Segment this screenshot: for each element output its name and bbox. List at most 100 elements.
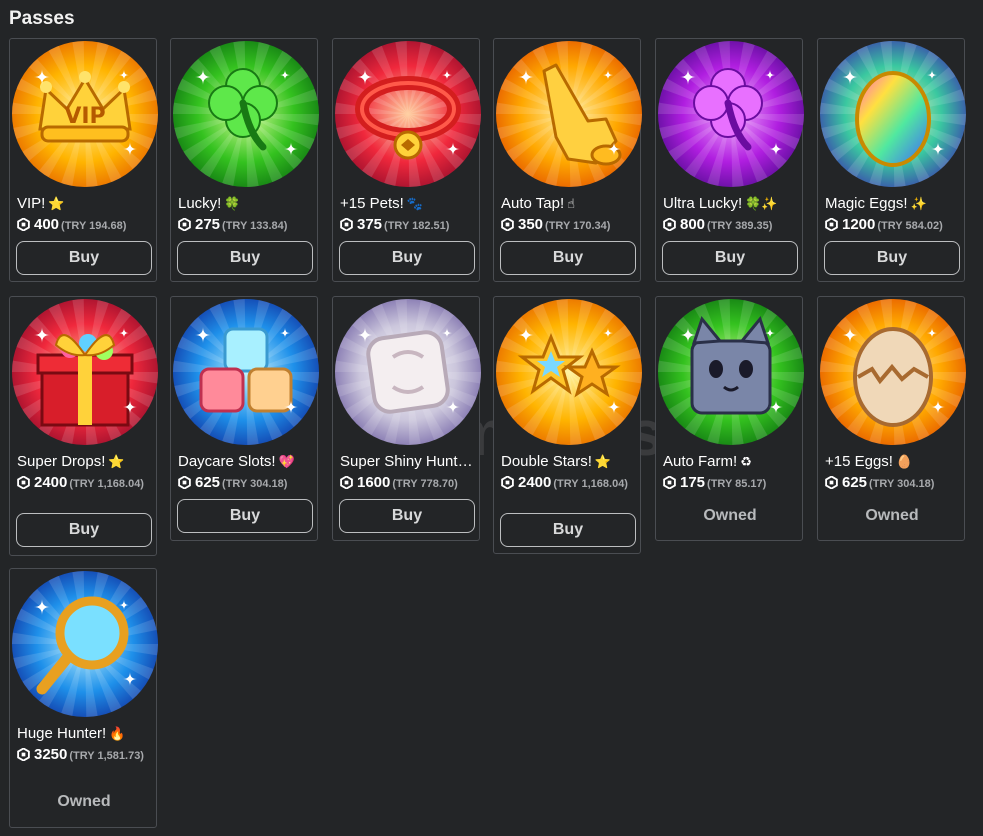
purple-clover-icon [658,41,804,187]
pass-name[interactable]: Huge Hunter! 🔥 [17,725,155,744]
pass-price: 175 [680,474,706,491]
pass-thumbnail[interactable] [496,299,642,445]
pass-name-text: VIP! [17,195,46,212]
pass-thumbnail[interactable] [12,299,158,445]
buy-button[interactable]: Buy [339,241,475,275]
buy-button[interactable]: Buy [339,499,475,533]
pass-card[interactable]: +15 Pets! 🐾 375 (TRY 182.51) Buy [332,38,481,282]
pass-emoji: ✨ [910,197,927,212]
pass-thumbnail[interactable] [335,41,481,187]
pass-name-text: Huge Hunter! [17,725,107,742]
pass-price: 2400 [34,474,68,491]
pass-emoji: ⭐ [48,197,65,212]
pass-thumbnail[interactable] [658,41,804,187]
shiny-cube-icon [335,299,481,445]
buy-button[interactable]: Buy [500,513,636,547]
pass-local-price: (TRY 1,168.04) [69,478,144,490]
robux-icon [501,475,514,490]
pass-local-price: (TRY 304.18) [869,478,935,490]
pass-name[interactable]: Ultra Lucky! 🍀✨ [663,195,801,214]
buy-button[interactable]: Buy [662,241,798,275]
pass-name-text: +15 Pets! [340,195,404,212]
price-row: 625 (TRY 304.18) [178,475,314,492]
pass-card[interactable]: Auto Farm! ♻ 175 (TRY 85.17) Owned [655,296,804,541]
pass-name[interactable]: Super Drops! ⭐ [17,453,155,472]
pass-card[interactable]: Super Drops! ⭐ 2400 (TRY 1,168.04) Buy [9,296,158,556]
price-row: 2400 (TRY 1,168.04) [17,475,153,492]
pass-name-text: Magic Eggs! [825,195,908,212]
pass-name[interactable]: Auto Farm! ♻ [663,453,801,472]
pass-local-price: (TRY 1,168.04) [553,478,628,490]
pass-name-text: Daycare Slots! [178,453,276,470]
pass-name-text: +15 Eggs! [825,453,893,470]
pass-thumbnail[interactable] [820,41,966,187]
pass-name[interactable]: Super Shiny Hunter! [340,453,478,472]
buy-button[interactable]: Buy [16,513,152,547]
owned-label: Owned [865,507,919,524]
pass-thumbnail[interactable]: VIP [12,41,158,187]
magnifier-icon [12,571,158,717]
buy-button[interactable]: Buy [177,499,313,533]
pass-local-price: (TRY 389.35) [707,220,773,232]
pass-emoji: 🥚 [895,455,913,470]
price-row: 275 (TRY 133.84) [178,217,314,234]
pass-name[interactable]: +15 Pets! 🐾 [340,195,478,214]
pass-name[interactable]: Magic Eggs! ✨ [825,195,963,214]
pass-price: 1200 [842,216,876,233]
pass-thumbnail[interactable] [335,299,481,445]
pass-card[interactable]: Super Shiny Hunter! 1600 (TRY 778.70) Buy [332,296,481,541]
pass-emoji: ☝ [567,197,576,212]
pass-local-price: (TRY 133.84) [222,220,288,232]
pass-card[interactable]: Magic Eggs! ✨ 1200 (TRY 584.02) Buy [817,38,966,282]
pass-thumbnail[interactable] [12,571,158,717]
pass-card[interactable]: Ultra Lucky! 🍀✨ 800 (TRY 389.35) Buy [655,38,804,282]
buy-button[interactable]: Buy [500,241,636,275]
pass-price: 1600 [357,474,391,491]
price-row: 375 (TRY 182.51) [340,217,476,234]
pass-thumbnail[interactable] [173,41,319,187]
pass-card[interactable]: Auto Tap! ☝ 350 (TRY 170.34) Buy [493,38,642,282]
svg-text:VIP: VIP [64,104,105,129]
pass-thumbnail[interactable] [496,41,642,187]
robux-icon [178,217,191,232]
robux-icon [663,475,676,490]
buy-button[interactable]: Buy [824,241,960,275]
price-row: 350 (TRY 170.34) [501,217,637,234]
pet-collar-icon [335,41,481,187]
pass-name[interactable]: +15 Eggs! 🥚 [825,453,963,472]
pass-name-text: Double Stars! [501,453,592,470]
rainbow-egg-icon [820,41,966,187]
pass-thumbnail[interactable] [658,299,804,445]
pass-thumbnail[interactable] [820,299,966,445]
four-leaf-clover-icon [173,41,319,187]
pass-thumbnail[interactable] [173,299,319,445]
pass-local-price: (TRY 85.17) [707,478,767,490]
pass-name[interactable]: Lucky! 🍀 [178,195,316,214]
pass-price: 375 [357,216,383,233]
pass-name[interactable]: Double Stars! ⭐ [501,453,639,472]
buy-button[interactable]: Buy [16,241,152,275]
pass-emoji: 🍀 [224,197,241,212]
pass-name[interactable]: VIP! ⭐ [17,195,155,214]
pass-name-text: Super Shiny Hunter! [340,453,476,470]
gift-box-icon [12,299,158,445]
robux-icon [178,475,191,490]
pass-emoji: ⭐ [594,455,612,470]
price-row: 2400 (TRY 1,168.04) [501,475,637,492]
pass-emoji: ♻ [740,455,752,470]
buy-button[interactable]: Buy [177,241,313,275]
pass-card[interactable]: VIP VIP! ⭐ 400 (TRY 194.68) Buy [9,38,158,282]
pass-local-price: (TRY 170.34) [545,220,611,232]
robux-icon [663,217,676,232]
pass-card[interactable]: Daycare Slots! 💖 625 (TRY 304.18) Buy [170,296,319,541]
price-row: 800 (TRY 389.35) [663,217,799,234]
pass-price: 800 [680,216,706,233]
pass-card[interactable]: Double Stars! ⭐ 2400 (TRY 1,168.04) Buy [493,296,642,554]
pass-card[interactable]: +15 Eggs! 🥚 625 (TRY 304.18) Owned [817,296,966,541]
pass-price: 275 [195,216,221,233]
pass-name[interactable]: Auto Tap! ☝ [501,195,639,214]
pass-emoji: 🐾 [406,197,423,212]
pass-name[interactable]: Daycare Slots! 💖 [178,453,316,472]
pass-card[interactable]: Lucky! 🍀 275 (TRY 133.84) Buy [170,38,319,282]
pass-card[interactable]: Huge Hunter! 🔥 3250 (TRY 1,581.73) Owned [9,568,158,828]
